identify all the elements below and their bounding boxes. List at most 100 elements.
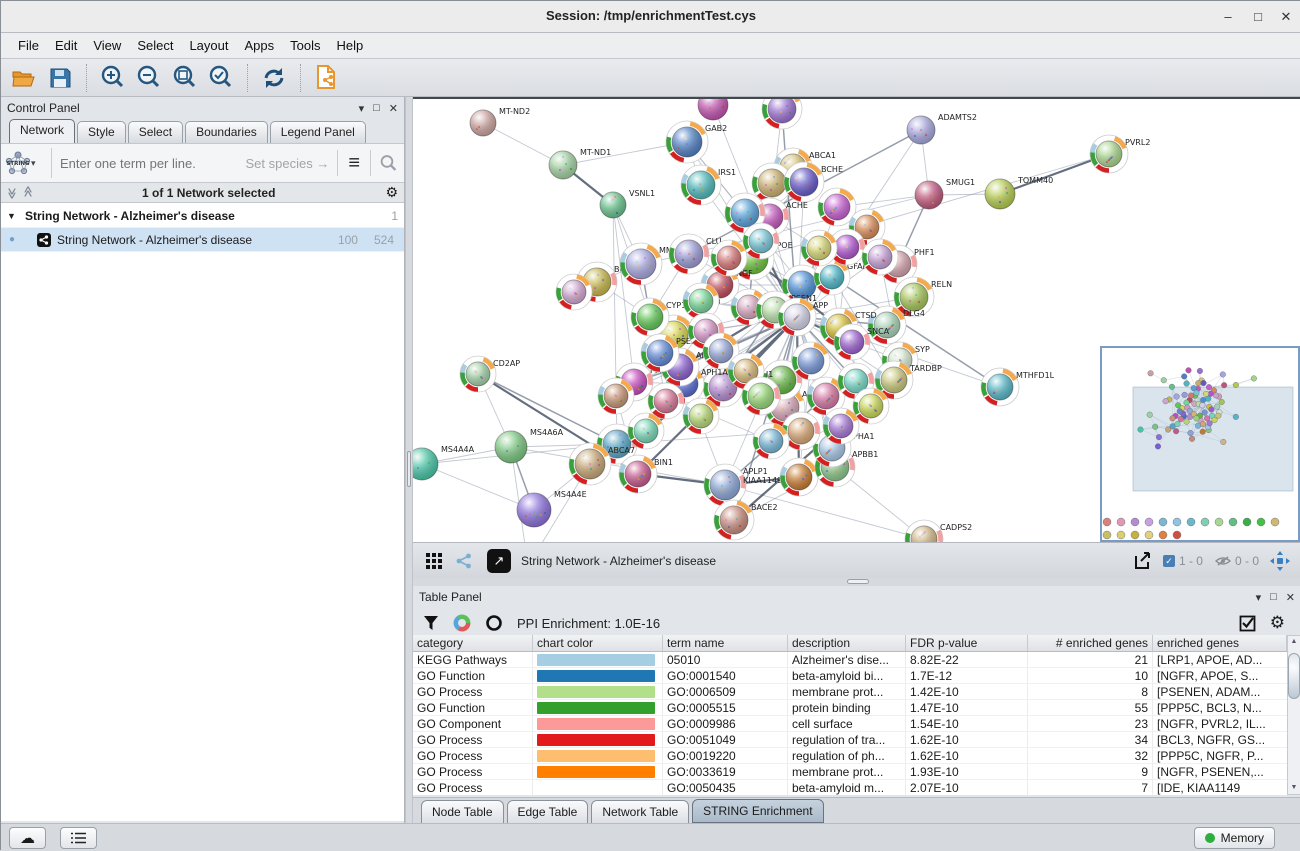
network-node-cadps2[interactable]: CADPS2 bbox=[905, 520, 972, 542]
filter-icon[interactable] bbox=[423, 615, 439, 631]
share-network-button[interactable] bbox=[451, 548, 477, 574]
network-node[interactable] bbox=[743, 223, 779, 259]
network-node[interactable] bbox=[683, 398, 719, 434]
table-row[interactable]: GO ProcessGO:0019220regulation of ph...1… bbox=[413, 748, 1287, 764]
table-settings-gear-icon[interactable]: ⚙ bbox=[1270, 613, 1285, 633]
collapse-all-icon[interactable]: ≫ bbox=[5, 188, 18, 198]
tab-network-table[interactable]: Network Table bbox=[591, 800, 689, 824]
window-maximize-button[interactable]: □ bbox=[1247, 7, 1269, 27]
task-history-button[interactable] bbox=[60, 827, 97, 849]
scroll-down-icon[interactable]: ▼ bbox=[1288, 782, 1300, 794]
panel-float-icon[interactable]: □ bbox=[1270, 591, 1277, 603]
network-node[interactable] bbox=[862, 239, 898, 275]
select-columns-icon[interactable] bbox=[1239, 615, 1256, 632]
network-node[interactable] bbox=[762, 99, 802, 129]
network-node[interactable] bbox=[823, 408, 859, 444]
network-node[interactable] bbox=[742, 377, 780, 415]
table-row[interactable]: GO ProcessGO:0006509membrane prot...1.42… bbox=[413, 684, 1287, 700]
network-node-bace2[interactable]: BACE2 bbox=[714, 500, 778, 540]
apply-layout-button[interactable] bbox=[259, 63, 289, 93]
string-search-icon[interactable] bbox=[370, 150, 400, 176]
panel-float-icon[interactable]: □ bbox=[373, 102, 380, 114]
table-row[interactable]: GO ProcessGO:0050435beta-amyloid m...2.0… bbox=[413, 780, 1287, 795]
enrichment-chart-icon[interactable] bbox=[453, 614, 471, 632]
tab-network[interactable]: Network bbox=[9, 119, 75, 143]
export-network-button[interactable] bbox=[1129, 548, 1155, 574]
network-node[interactable] bbox=[698, 99, 728, 120]
network-node-mt-nd1[interactable]: MT-ND1 bbox=[549, 148, 611, 179]
network-node-cd2ap[interactable]: CD2AP bbox=[460, 356, 520, 392]
network-node[interactable] bbox=[792, 342, 830, 380]
column-header-category[interactable]: category bbox=[413, 635, 533, 651]
panel-close-icon[interactable]: ✕ bbox=[389, 102, 398, 115]
column-header---enriched-genes[interactable]: # enriched genes bbox=[1028, 635, 1153, 651]
collection-row[interactable]: ▼ String Network - Alzheimer's disease 1 bbox=[1, 204, 404, 228]
string-menu-icon[interactable]: ≡ bbox=[337, 150, 370, 176]
tab-select[interactable]: Select bbox=[128, 121, 183, 143]
network-from-file-button[interactable] bbox=[312, 63, 342, 93]
column-header-term-name[interactable]: term name bbox=[663, 635, 788, 651]
menu-tools[interactable]: Tools bbox=[283, 36, 327, 55]
network-node-gab2[interactable]: GAB2 bbox=[666, 121, 727, 163]
network-row[interactable]: ● String Network - Alzheimer's disease 1… bbox=[1, 228, 404, 252]
show-grid-button[interactable] bbox=[421, 548, 447, 574]
network-node-smug1[interactable]: SMUG1 bbox=[915, 178, 975, 209]
string-dropdown-caret[interactable]: ▾ bbox=[31, 158, 36, 169]
network-node-tomm40[interactable]: TOMM40 bbox=[985, 176, 1053, 209]
column-header-chart-color[interactable]: chart color bbox=[533, 635, 663, 651]
network-node-vsnl1[interactable]: VSNL1 bbox=[600, 189, 655, 218]
tab-style[interactable]: Style bbox=[77, 121, 126, 143]
open-session-button[interactable] bbox=[9, 63, 39, 93]
hidden-nodes-edges-indicator[interactable]: 0 - 0 bbox=[1215, 554, 1259, 568]
scroll-up-icon[interactable]: ▲ bbox=[1288, 636, 1300, 648]
string-query-selector[interactable]: STRING ▾ bbox=[5, 150, 51, 176]
menu-layout[interactable]: Layout bbox=[182, 36, 235, 55]
scrollbar-thumb[interactable] bbox=[1288, 653, 1300, 699]
horizontal-splitter-grip[interactable] bbox=[847, 579, 869, 584]
menu-apps[interactable]: Apps bbox=[238, 36, 282, 55]
tab-boundaries[interactable]: Boundaries bbox=[185, 121, 268, 143]
network-options-gear-icon[interactable]: ⚙ bbox=[385, 184, 398, 201]
birds-eye-view[interactable] bbox=[1101, 347, 1299, 541]
selected-nodes-edges-indicator[interactable]: ✓ 1 - 0 bbox=[1163, 554, 1203, 568]
table-row[interactable]: GO ComponentGO:0009986cell surface1.54E-… bbox=[413, 716, 1287, 732]
menu-select[interactable]: Select bbox=[130, 36, 180, 55]
vertical-splitter-grip[interactable] bbox=[407, 451, 411, 487]
memory-button[interactable]: Memory bbox=[1194, 827, 1275, 849]
column-header-enriched-genes[interactable]: enriched genes bbox=[1153, 635, 1287, 651]
network-node[interactable] bbox=[598, 378, 634, 414]
zoom-out-button[interactable] bbox=[134, 63, 164, 93]
network-node[interactable] bbox=[853, 388, 889, 424]
tab-edge-table[interactable]: Edge Table bbox=[507, 800, 589, 824]
panel-menu-icon[interactable]: ▾ bbox=[1256, 591, 1262, 604]
column-header-description[interactable]: description bbox=[788, 635, 906, 651]
menu-edit[interactable]: Edit bbox=[48, 36, 84, 55]
network-node-aplp1[interactable]: APLP1KIAA1149 bbox=[704, 464, 782, 506]
network-node-pvrl2[interactable]: PVRL2 bbox=[1090, 135, 1150, 173]
expand-all-icon[interactable]: ≫ bbox=[21, 188, 34, 198]
menu-file[interactable]: File bbox=[11, 36, 46, 55]
network-node[interactable] bbox=[556, 274, 592, 310]
network-node[interactable] bbox=[628, 413, 664, 449]
table-row[interactable]: GO ProcessGO:0033619membrane prot...1.93… bbox=[413, 764, 1287, 780]
table-row[interactable]: GO ProcessGO:0051049regulation of tra...… bbox=[413, 732, 1287, 748]
panel-close-icon[interactable]: ✕ bbox=[1286, 591, 1295, 604]
pan-navigator-button[interactable] bbox=[1267, 548, 1293, 574]
network-node-adamts2[interactable]: ADAMTS2 bbox=[907, 113, 977, 144]
panel-menu-icon[interactable]: ▾ bbox=[359, 102, 365, 115]
network-node-mthfd1l[interactable]: MTHFD1L bbox=[981, 368, 1055, 406]
window-close-button[interactable]: ✕ bbox=[1275, 7, 1297, 27]
network-node-ms4a4a[interactable]: MS4A4A bbox=[413, 445, 475, 480]
tab-string-enrichment[interactable]: STRING Enrichment bbox=[692, 799, 823, 823]
menu-help[interactable]: Help bbox=[330, 36, 371, 55]
save-session-button[interactable] bbox=[45, 63, 75, 93]
zoom-fit-button[interactable] bbox=[170, 63, 200, 93]
window-minimize-button[interactable]: – bbox=[1217, 7, 1239, 27]
species-hint[interactable]: Set species → bbox=[246, 156, 330, 171]
tree-expand-icon[interactable]: ▼ bbox=[7, 211, 25, 221]
network-node[interactable] bbox=[801, 230, 837, 266]
open-in-new-window-button[interactable]: ↗ bbox=[487, 549, 511, 573]
menu-view[interactable]: View bbox=[86, 36, 128, 55]
tab-node-table[interactable]: Node Table bbox=[421, 800, 504, 824]
zoom-selected-button[interactable] bbox=[206, 63, 236, 93]
